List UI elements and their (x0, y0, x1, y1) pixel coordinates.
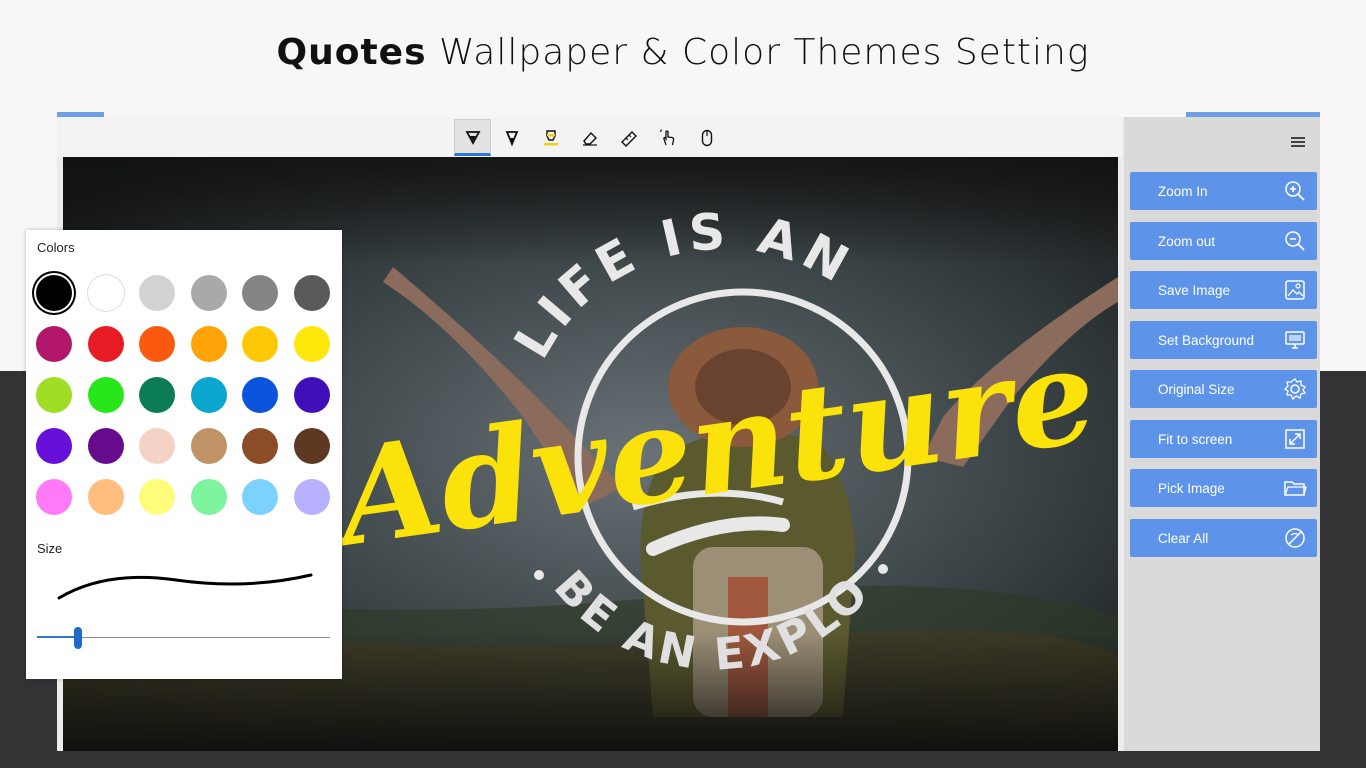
original-size-label: Original Size (1158, 381, 1235, 397)
color-swatches (36, 275, 336, 515)
pick-image-label: Pick Image (1158, 480, 1225, 496)
fit-to-screen-button[interactable]: Fit to screen (1130, 420, 1317, 458)
folder-icon (1284, 481, 1307, 496)
eraser-tool[interactable] (571, 119, 608, 156)
color-swatch[interactable] (36, 377, 72, 413)
color-swatch[interactable] (293, 377, 330, 413)
zoom-out-label: Zoom out (1158, 233, 1216, 249)
color-swatch[interactable] (293, 479, 330, 515)
zoom-in-icon (1285, 181, 1305, 201)
headline-bold: Quotes (276, 32, 427, 73)
color-swatch[interactable] (293, 428, 330, 464)
color-swatch[interactable] (36, 479, 72, 515)
color-swatch[interactable] (242, 275, 278, 311)
highlighter-tool[interactable] (532, 119, 569, 156)
pencil-icon (505, 130, 518, 146)
pencil-tool[interactable] (493, 119, 530, 156)
color-swatch[interactable] (190, 377, 227, 413)
color-swatch[interactable] (242, 428, 278, 464)
settings-gear-icon (1283, 378, 1307, 401)
clear-all-icon (1285, 528, 1305, 548)
hamburger-menu-icon[interactable] (1291, 137, 1305, 147)
zoom-out-icon (1285, 231, 1305, 251)
pen-size-slider[interactable] (37, 626, 330, 650)
clear-all-button[interactable]: Clear All (1130, 519, 1317, 557)
color-swatch[interactable] (139, 377, 175, 413)
ruler-icon (620, 130, 637, 147)
color-swatch[interactable] (293, 275, 330, 311)
color-swatch[interactable] (190, 275, 227, 311)
color-swatch[interactable] (139, 428, 175, 464)
original-size-button[interactable]: Original Size (1130, 370, 1317, 408)
color-swatch[interactable] (190, 326, 227, 362)
color-swatch[interactable] (190, 479, 227, 515)
eraser-icon (582, 131, 597, 146)
color-swatch[interactable] (87, 428, 124, 464)
color-swatch[interactable] (242, 377, 278, 413)
save-image-label: Save Image (1158, 282, 1231, 298)
colors-heading: Colors (37, 240, 75, 255)
touch-writing-tool[interactable] (649, 119, 686, 156)
sidebar: Zoom In Zoom out Save Image Set Backgrou… (1124, 117, 1320, 751)
color-swatch[interactable] (36, 428, 72, 464)
color-swatch[interactable] (190, 428, 227, 464)
zoom-out-button[interactable]: Zoom out (1130, 222, 1317, 260)
ballpoint-pen-tool[interactable] (454, 119, 491, 156)
color-swatch[interactable] (87, 275, 124, 311)
color-swatch[interactable] (139, 275, 175, 311)
color-swatch[interactable] (36, 275, 72, 311)
color-swatch[interactable] (242, 479, 278, 515)
touch-writing-icon (659, 128, 674, 145)
zoom-in-label: Zoom In (1158, 183, 1208, 199)
save-image-icon (1285, 280, 1305, 300)
ruler-tool[interactable] (610, 119, 647, 156)
clear-all-label: Clear All (1158, 530, 1209, 546)
zoom-in-button[interactable]: Zoom In (1130, 172, 1317, 210)
fit-to-screen-label: Fit to screen (1158, 431, 1233, 447)
slider-thumb[interactable] (74, 627, 83, 649)
page-headline: Quotes Wallpaper & Color Themes Setting (0, 32, 1366, 73)
pen-size-preview (57, 573, 313, 600)
mouse-icon (701, 129, 712, 146)
monitor-icon (1285, 331, 1305, 349)
highlighter-icon (543, 129, 558, 145)
color-swatch[interactable] (293, 326, 330, 362)
color-swatch[interactable] (87, 326, 124, 362)
pen-toolbar (57, 117, 1123, 157)
headline-rest: Wallpaper & Color Themes Setting (438, 32, 1090, 73)
save-image-button[interactable]: Save Image (1130, 271, 1317, 309)
color-swatch[interactable] (242, 326, 278, 362)
color-palette-panel: Colors Size (26, 230, 342, 679)
size-heading: Size (37, 541, 63, 556)
set-background-label: Set Background (1158, 332, 1255, 348)
pick-image-button[interactable]: Pick Image (1130, 469, 1317, 507)
mouse-tool[interactable] (688, 119, 725, 156)
set-background-button[interactable]: Set Background (1130, 321, 1317, 359)
ballpoint-pen-icon (464, 130, 481, 145)
color-swatch[interactable] (139, 479, 175, 515)
fit-screen-icon (1285, 429, 1305, 449)
slider-fill (37, 636, 79, 638)
color-swatch[interactable] (36, 326, 72, 362)
color-swatch[interactable] (139, 326, 175, 362)
color-swatch[interactable] (87, 479, 124, 515)
color-swatch[interactable] (87, 377, 124, 413)
